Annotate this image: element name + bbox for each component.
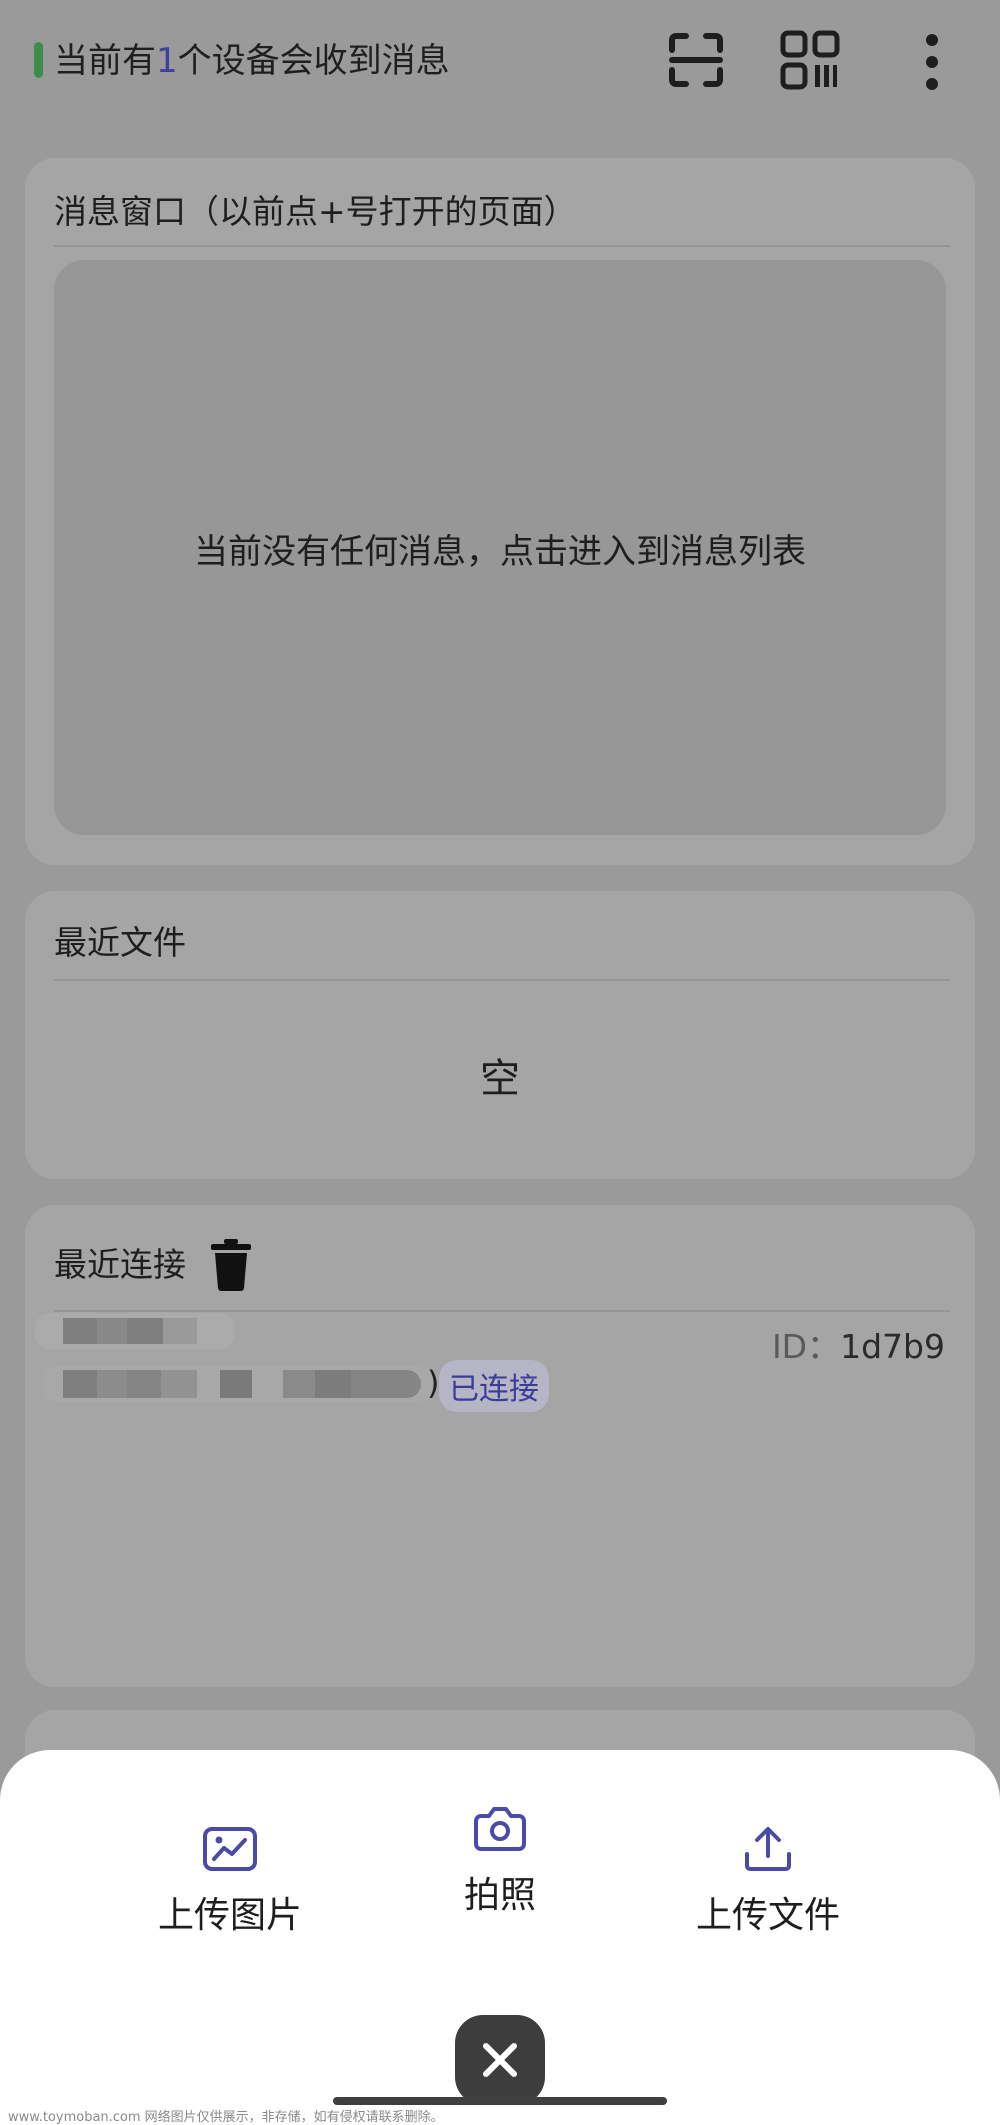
status-prefix: 当前有: [54, 41, 156, 81]
more-vertical-icon[interactable]: [900, 28, 964, 92]
pixel-block: [161, 1370, 197, 1398]
recent-connections-card: 最近连接 ) 已连接 ID：1d7b9: [25, 1205, 975, 1687]
upload-file-action[interactable]: 上传文件: [688, 1824, 848, 1938]
connection-status-badge: 已连接: [439, 1360, 549, 1412]
message-list-entry[interactable]: 当前没有任何消息，点击进入到消息列表: [54, 260, 946, 835]
pixel-block: [97, 1318, 127, 1344]
pixel-block: [127, 1318, 163, 1344]
trash-icon[interactable]: [210, 1239, 252, 1291]
top-bar: 当前有1个设备会收到消息: [0, 0, 1000, 130]
image-upload-icon: [203, 1827, 257, 1871]
pixel-block: [315, 1370, 351, 1398]
message-empty-text: 当前没有任何消息，点击进入到消息列表: [194, 532, 806, 572]
take-photo-label: 拍照: [463, 1875, 536, 1916]
pixel-block: [127, 1370, 161, 1398]
pixel-block: [97, 1370, 127, 1398]
connection-item[interactable]: ) 已连接 ID：1d7b9: [35, 1308, 975, 1428]
qrcode-icon[interactable]: [778, 28, 842, 92]
status-suffix: 个设备会收到消息: [177, 41, 450, 81]
pixel-block: [163, 1318, 197, 1344]
upload-image-action[interactable]: 上传图片: [150, 1826, 310, 1938]
online-indicator: [34, 42, 43, 78]
divider: [54, 979, 950, 981]
upload-file-label: 上传文件: [695, 1895, 840, 1936]
connection-id: ID：1d7b9: [772, 1320, 945, 1368]
pixel-block: [63, 1370, 97, 1398]
address-close-paren: ): [427, 1364, 440, 1402]
file-upload-icon: [745, 1827, 791, 1871]
pixel-block: [351, 1370, 421, 1398]
id-value: 1d7b9: [840, 1327, 945, 1366]
pixel-block: [63, 1318, 97, 1344]
divider: [54, 245, 950, 247]
recent-connections-title: 最近连接: [54, 1245, 186, 1284]
pixel-block: [283, 1370, 315, 1398]
watermark-text: www.toymoban.com 网络图片仅供展示，非存储，如有侵权请联系删除。: [8, 2110, 444, 2125]
camera-icon: [474, 1807, 526, 1851]
message-window-title: 消息窗口（以前点+号打开的页面）: [54, 192, 577, 231]
home-indicator[interactable]: [333, 2097, 667, 2105]
bottom-sheet: 上传图片 拍照 上传文件: [0, 1750, 1000, 2125]
close-button[interactable]: [455, 2015, 545, 2105]
files-empty-text: 空: [480, 1056, 520, 1102]
recent-files-card: 最近文件 空: [25, 891, 975, 1179]
device-count-status: 当前有1个设备会收到消息: [54, 38, 450, 84]
message-window-card: 消息窗口（以前点+号打开的页面） 当前没有任何消息，点击进入到消息列表: [25, 158, 975, 865]
device-count: 1: [156, 41, 178, 81]
app-screen: 当前有1个设备会收到消息 消息窗口（以前点+号打开的页面） 当前没有任何消息，点…: [0, 0, 1000, 2125]
recent-files-title: 最近文件: [54, 923, 186, 962]
scan-icon[interactable]: [664, 28, 728, 92]
pixel-block: [220, 1370, 252, 1398]
upload-image-label: 上传图片: [157, 1895, 302, 1936]
close-icon: [483, 2043, 517, 2077]
id-label: ID：: [771, 1327, 841, 1366]
take-photo-action[interactable]: 拍照: [430, 1804, 570, 1918]
